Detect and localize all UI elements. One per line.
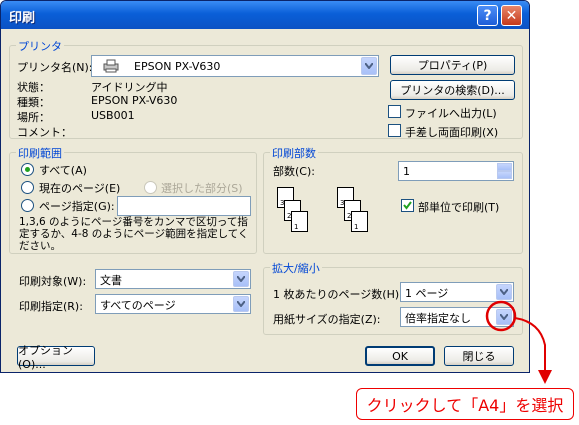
- annotation-callout: クリックして「A4」を選択: [356, 388, 574, 420]
- annotation-arrow-line: [514, 317, 546, 372]
- highlight-circle: [485, 300, 517, 332]
- annotation-arrow-head: [538, 370, 552, 384]
- annotation-overlay: [485, 300, 552, 384]
